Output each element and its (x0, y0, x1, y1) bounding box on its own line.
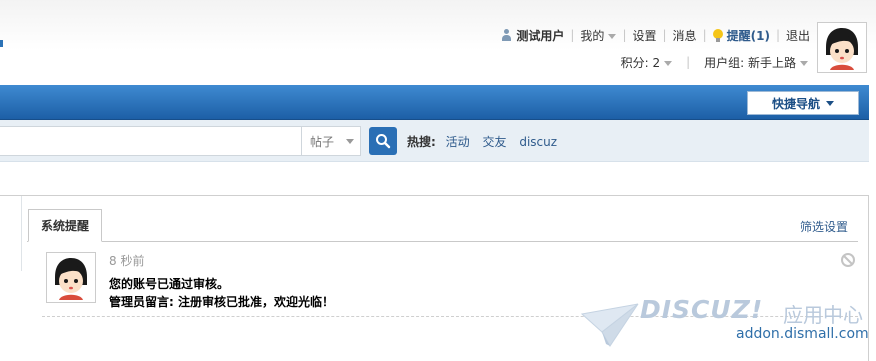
usergroup-menu[interactable]: 用户组: 新手上路 (704, 54, 808, 71)
hot-search-label: 热搜: (407, 135, 436, 149)
user-icon (501, 29, 512, 41)
points-menu[interactable]: 积分: 2 (621, 54, 673, 71)
hot-search: 热搜: 活动 交友 discuz (407, 133, 566, 150)
username-link[interactable]: 测试用户 (516, 27, 564, 44)
main-navbar: 快捷导航 (0, 85, 869, 120)
watermark-cn: 应用中心 (783, 303, 863, 327)
settings-link[interactable]: 设置 (632, 27, 656, 44)
my-menu[interactable]: 我的 (580, 27, 617, 44)
divider: | (622, 28, 627, 42)
points-label: 积分: 2 (620, 55, 661, 70)
divider: | (686, 55, 691, 69)
tab-label: 系统提醒 (40, 219, 89, 233)
avatar[interactable] (46, 252, 96, 303)
chevron-down-icon (608, 33, 617, 39)
avatar[interactable] (817, 22, 867, 73)
notice-timestamp: 8 秒前 (109, 254, 145, 268)
top-header: 测试用户 | 我的 | 设置 | 消息 | 提醒(1) | 退出 积分: 2 |… (0, 0, 876, 84)
sidebar-divider (21, 196, 22, 271)
divider: | (702, 28, 707, 42)
tab-system-notices[interactable]: 系统提醒 (28, 209, 102, 242)
usergroup-label: 用户组: 新手上路 (704, 55, 796, 70)
hot-term-link[interactable]: 活动 (446, 135, 470, 149)
hot-term-link[interactable]: discuz (519, 135, 557, 149)
my-menu-label: 我的 (580, 28, 605, 43)
lightbulb-icon (712, 28, 723, 42)
ignore-icon[interactable] (841, 253, 855, 267)
hot-term-link[interactable]: 交友 (482, 135, 506, 149)
reminder-link[interactable]: 提醒(1) (727, 27, 770, 44)
search-type-select[interactable]: 帖子 (301, 126, 361, 156)
search-icon (376, 134, 391, 149)
chevron-down-icon (346, 138, 355, 144)
chevron-down-icon (800, 60, 808, 66)
messages-link[interactable]: 消息 (673, 27, 697, 44)
user-stats-line: 积分: 2 | 用户组: 新手上路 (621, 53, 808, 71)
logout-link[interactable]: 退出 (786, 27, 810, 44)
notice-admin-message: 管理员留言: 注册审核已批准，欢迎光临！ (109, 295, 334, 309)
paper-plane-icon (580, 303, 639, 347)
search-button[interactable] (369, 127, 397, 155)
chevron-down-icon (664, 60, 673, 66)
divider: | (662, 28, 667, 42)
chevron-down-icon (826, 100, 834, 106)
watermark-url: addon.dismall.com (736, 326, 869, 342)
search-input[interactable] (0, 126, 302, 156)
quick-nav-button[interactable]: 快捷导航 (747, 91, 859, 115)
search-type-label: 帖子 (310, 134, 335, 149)
watermark: DISCUZ! 应用中心 addon.dismall.com (580, 292, 870, 354)
watermark-brand: DISCUZ! (640, 295, 764, 324)
divider: | (570, 28, 575, 42)
user-menu-line: 测试用户 | 我的 | 设置 | 消息 | 提醒(1) | 退出 (501, 26, 810, 44)
tab-bar-line (27, 241, 858, 242)
search-bar: 帖子 热搜: 活动 交友 discuz (0, 120, 869, 162)
filter-settings-link[interactable]: 筛选设置 (800, 218, 848, 235)
divider: | (775, 28, 780, 42)
quick-nav-label: 快捷导航 (771, 96, 820, 111)
notice-message: 您的账号已通过审核。 (109, 277, 230, 291)
logo-edge (0, 40, 3, 47)
